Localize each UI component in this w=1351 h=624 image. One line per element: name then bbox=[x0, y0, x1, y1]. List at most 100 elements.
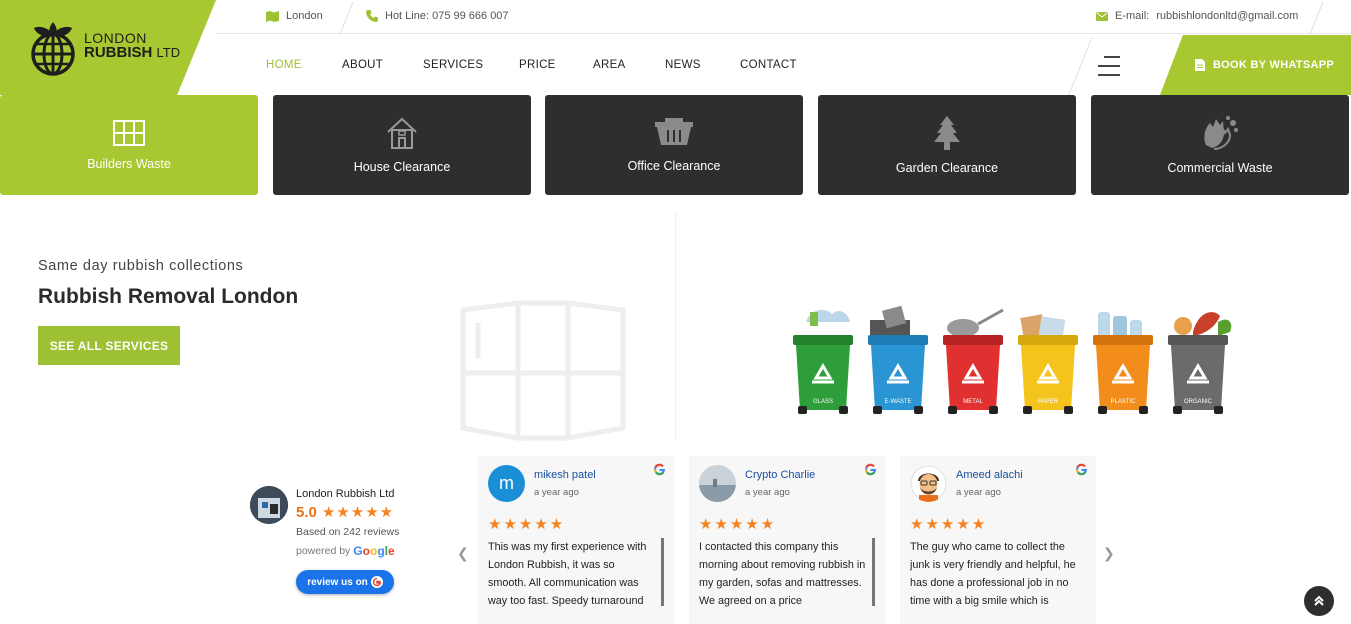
service-card-garden-clearance[interactable]: Garden Clearance bbox=[818, 95, 1076, 195]
review-us-button[interactable]: review us on bbox=[296, 570, 394, 594]
logo[interactable]: LONDON RUBBISH LTD bbox=[28, 16, 180, 76]
logo-line1: LONDON bbox=[84, 29, 147, 46]
nav-divider bbox=[1068, 37, 1093, 95]
review-stars: ★★★★★ bbox=[488, 516, 566, 533]
reviews-prev-arrow[interactable]: ❮ bbox=[457, 545, 469, 562]
review-count: Based on 242 reviews bbox=[296, 526, 400, 538]
service-label: Builders Waste bbox=[87, 157, 171, 171]
builders-waste-icon bbox=[113, 120, 145, 146]
review-text: I contacted this company this morning ab… bbox=[699, 541, 866, 607]
bin-label-glass: GLASS bbox=[813, 399, 833, 405]
office-skip-icon bbox=[655, 118, 693, 145]
business-avatar bbox=[250, 486, 288, 524]
service-label: Office Clearance bbox=[627, 159, 721, 173]
hero-title: Rubbish Removal London bbox=[38, 285, 299, 308]
review-stars: ★★★★★ bbox=[910, 516, 988, 533]
review-time: a year ago bbox=[534, 487, 579, 498]
service-card-office-clearance[interactable]: Office Clearance bbox=[545, 95, 803, 195]
hotline-info[interactable]: Hot Line: 075 99 666 007 bbox=[366, 10, 509, 22]
business-name: London Rubbish Ltd bbox=[296, 488, 395, 500]
bin-label-organic: ORGANIC bbox=[1184, 399, 1213, 405]
location-text: London bbox=[286, 10, 323, 22]
nav-home[interactable]: HOME bbox=[266, 59, 302, 71]
reviewer-name[interactable]: Ameed alachi bbox=[956, 469, 1023, 481]
review-text: The guy who came to collect the junk is … bbox=[910, 541, 1076, 607]
reviewer-initial: m bbox=[499, 473, 514, 493]
email-info[interactable]: E-mail: rubbishlondonltd@gmail.com bbox=[1096, 10, 1298, 22]
book-whatsapp-button[interactable]: BOOK BY WHATSAPP bbox=[1160, 35, 1351, 95]
double-chevron-up-icon bbox=[1314, 595, 1324, 606]
map-icon bbox=[266, 10, 279, 22]
google-g-icon bbox=[654, 463, 666, 476]
hotline-text: Hot Line: 075 99 666 007 bbox=[385, 10, 509, 22]
google-g-icon bbox=[1076, 463, 1088, 476]
globe-leaf-icon bbox=[31, 22, 75, 76]
book-whatsapp-label: BOOK BY WHATSAPP bbox=[1212, 59, 1335, 71]
review-time: a year ago bbox=[956, 487, 1001, 498]
phone-icon bbox=[366, 10, 378, 22]
top-divider bbox=[1309, 2, 1324, 34]
review-card: m mikesh patel a year ago ★★★★★ This was… bbox=[478, 456, 674, 624]
logo-ltd: LTD bbox=[156, 45, 181, 61]
reviewer-name[interactable]: mikesh patel bbox=[534, 469, 596, 481]
reviews-next-arrow[interactable]: ❯ bbox=[1103, 545, 1115, 562]
hero-divider bbox=[675, 213, 676, 438]
location-info: London bbox=[266, 10, 323, 22]
bin-label-ewaste: E-WASTE bbox=[884, 399, 911, 405]
top-bar: London Hot Line: 075 99 666 007 E-mail: … bbox=[216, 0, 1351, 34]
review-text: This was my first experience with London… bbox=[488, 541, 647, 607]
bins-svg: GLASS E-WASTE METAL PAPER PLASTIC ORGANI… bbox=[793, 305, 1232, 414]
hero-subtitle: Same day rubbish collections bbox=[38, 258, 244, 274]
envelope-icon bbox=[1096, 11, 1108, 21]
powered-by: powered by Google bbox=[296, 544, 395, 558]
reviewer-avatar: m bbox=[488, 465, 525, 502]
house-icon bbox=[387, 117, 417, 149]
service-label: House Clearance bbox=[353, 160, 451, 174]
service-card-commercial-waste[interactable]: Commercial Waste bbox=[1091, 95, 1349, 195]
nav-area[interactable]: AREA bbox=[593, 59, 626, 71]
logo-text: LONDON RUBBISH LTD bbox=[84, 31, 180, 61]
bin-label-metal: METAL bbox=[963, 399, 983, 405]
service-card-builders-waste[interactable]: Builders Waste bbox=[0, 95, 258, 195]
review-card: Crypto Charlie a year ago ★★★★★ I contac… bbox=[689, 456, 885, 624]
bin-label-paper: PAPER bbox=[1038, 399, 1059, 405]
top-divider bbox=[339, 2, 354, 34]
google-g-icon bbox=[865, 463, 877, 476]
review-time: a year ago bbox=[745, 487, 790, 498]
bin-label-plastic: PLASTIC bbox=[1110, 399, 1136, 405]
rating-value: 5.0 bbox=[296, 503, 317, 521]
hand-wash-icon bbox=[1204, 116, 1238, 150]
logo-line2: RUBBISH LTD bbox=[84, 44, 181, 62]
nav-about[interactable]: ABOUT bbox=[342, 59, 383, 71]
nav-contact[interactable]: CONTACT bbox=[740, 59, 797, 71]
building-watermark-icon bbox=[460, 300, 626, 441]
review-scrollbar[interactable] bbox=[872, 538, 875, 606]
reviewer-avatar bbox=[699, 465, 736, 502]
google-g-icon bbox=[370, 576, 383, 588]
service-label: Garden Clearance bbox=[895, 161, 999, 175]
menu-icon[interactable] bbox=[1096, 56, 1120, 76]
email-label: E-mail: bbox=[1115, 10, 1150, 22]
review-card: Ameed alachi a year ago ★★★★★ The guy wh… bbox=[900, 456, 1096, 624]
page: LONDON RUBBISH LTD London Hot Line: 075 … bbox=[0, 0, 1351, 624]
see-all-services-button[interactable]: SEE ALL SERVICES bbox=[38, 326, 180, 365]
nav-news[interactable]: NEWS bbox=[665, 59, 701, 71]
email-text: rubbishlondonltd@gmail.com bbox=[1156, 10, 1299, 22]
google-logo: Google bbox=[353, 544, 395, 558]
service-card-house-clearance[interactable]: House Clearance bbox=[273, 95, 531, 195]
reviewer-name[interactable]: Crypto Charlie bbox=[745, 469, 815, 481]
scroll-to-top-button[interactable] bbox=[1304, 586, 1334, 616]
powered-by-text: powered by bbox=[296, 545, 351, 557]
review-us-label: review us on bbox=[307, 576, 368, 588]
bin-ewaste bbox=[868, 305, 928, 414]
reviewer-avatar bbox=[910, 465, 947, 502]
nav-services[interactable]: SERVICES bbox=[423, 59, 483, 71]
reviews-summary: London Rubbish Ltd 5.0 ★★★★★ Based on 24… bbox=[250, 486, 450, 606]
document-icon bbox=[1194, 59, 1205, 71]
recycling-bins-illustration: GLASS E-WASTE METAL PAPER PLASTIC ORGANI… bbox=[788, 302, 1238, 422]
rating-score: 5.0 ★★★★★ bbox=[296, 503, 394, 522]
nav-price[interactable]: PRICE bbox=[519, 59, 556, 71]
review-scrollbar[interactable] bbox=[661, 538, 664, 606]
service-label: Commercial Waste bbox=[1167, 161, 1273, 175]
review-stars: ★★★★★ bbox=[699, 516, 777, 533]
